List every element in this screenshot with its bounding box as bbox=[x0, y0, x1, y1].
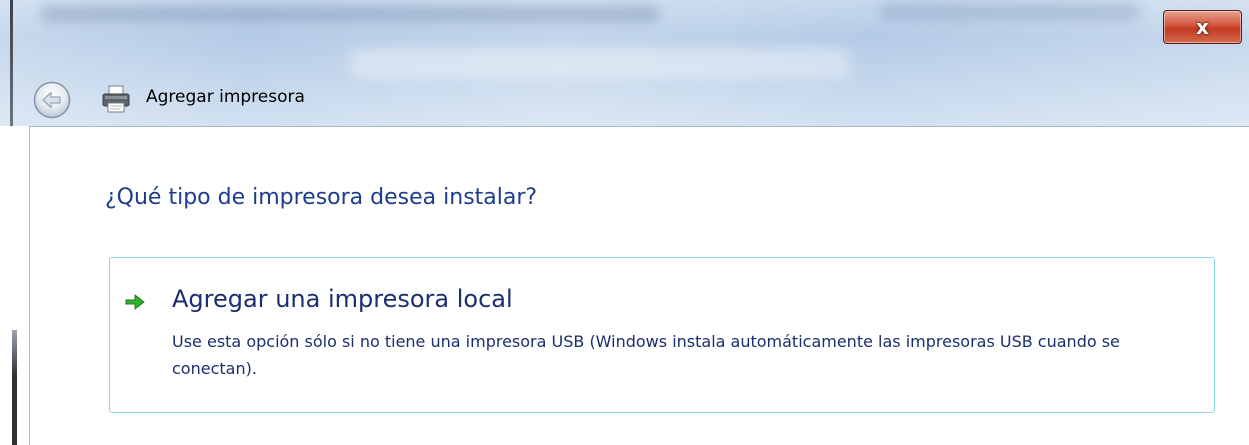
printer-icon bbox=[100, 84, 132, 114]
add-printer-window: x Agregar impresora ¿Qué tipo de impreso… bbox=[0, 0, 1249, 445]
close-button[interactable]: x bbox=[1163, 10, 1242, 44]
close-icon: x bbox=[1196, 15, 1209, 39]
add-local-printer-option[interactable]: Agregar una impresora local Use esta opc… bbox=[109, 257, 1215, 413]
page-heading: ¿Qué tipo de impresora desea instalar? bbox=[105, 185, 538, 210]
frame-blur bbox=[350, 48, 850, 78]
window-edge bbox=[10, 0, 13, 126]
frame-blur bbox=[880, 4, 1140, 20]
green-arrow-icon bbox=[125, 294, 145, 310]
back-button[interactable] bbox=[32, 80, 72, 120]
option-description: Use esta opción sólo si no tiene una imp… bbox=[172, 332, 1120, 378]
window-title: Agregar impresora bbox=[146, 87, 305, 107]
window-edge bbox=[12, 330, 17, 445]
option-title: Agregar una impresora local bbox=[172, 285, 513, 313]
window-frame bbox=[0, 0, 1249, 126]
wizard-content: ¿Qué tipo de impresora desea instalar? A… bbox=[29, 126, 1249, 445]
frame-blur bbox=[40, 6, 660, 22]
back-arrow-icon bbox=[33, 81, 71, 119]
